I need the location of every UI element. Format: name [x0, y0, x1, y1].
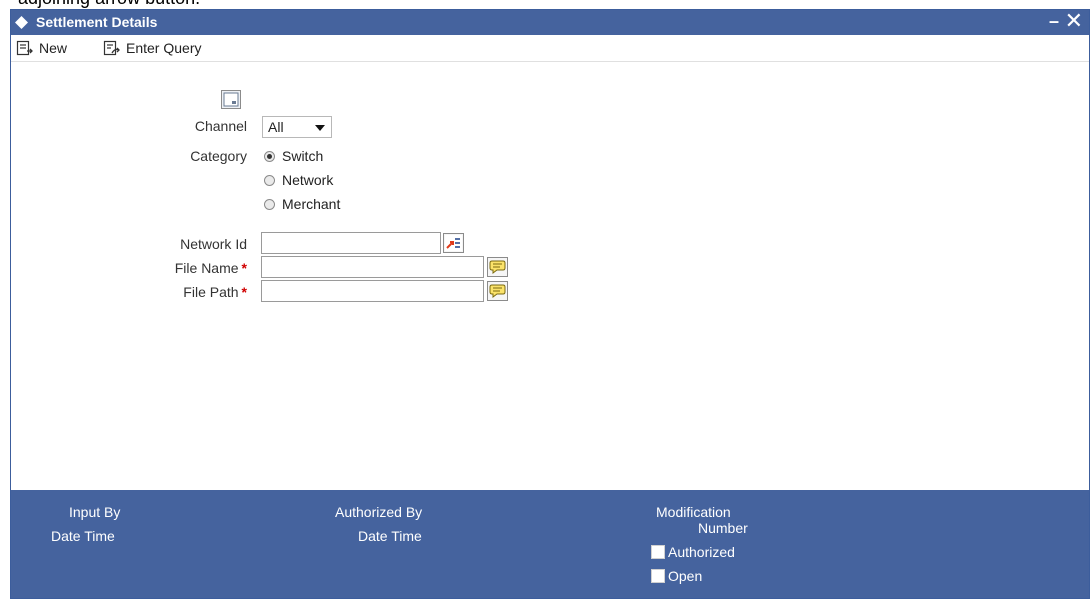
- window-icon: [223, 92, 239, 107]
- authorized-by-label: Authorized By: [335, 504, 423, 520]
- category-radio-network[interactable]: Network: [264, 172, 333, 188]
- required-mark: *: [241, 284, 247, 300]
- file-path-label-text: File Path: [183, 284, 239, 300]
- settlement-details-window: Settlement Details – ✕ New Enter Query C…: [10, 8, 1090, 599]
- authorized-label: Authorized: [668, 544, 735, 560]
- new-record-icon: [16, 40, 33, 56]
- channel-select[interactable]: All: [262, 116, 332, 138]
- caption-strip: adjoining arrow button.: [0, 0, 1090, 8]
- radio-label: Switch: [282, 148, 324, 164]
- checkbox-box: [651, 569, 665, 583]
- date-time-label: Date Time: [51, 528, 115, 544]
- radio-unselected-icon: [264, 174, 275, 186]
- radio-label: Network: [282, 172, 334, 188]
- speech-bubble-icon: [489, 260, 506, 274]
- file-name-input[interactable]: [261, 256, 484, 278]
- window-title: Settlement Details: [36, 14, 158, 30]
- minimize-button[interactable]: –: [1049, 11, 1059, 32]
- file-path-comment-button[interactable]: [487, 281, 508, 301]
- modification-label: Modification: [656, 504, 731, 520]
- new-button[interactable]: New: [16, 38, 67, 58]
- number-label: Number: [698, 520, 748, 536]
- category-radio-switch[interactable]: Switch: [264, 148, 323, 164]
- network-id-label: Network Id: [180, 236, 247, 252]
- channel-label: Channel: [194, 118, 247, 134]
- file-name-label: File Name *: [131, 260, 247, 276]
- category-radio-merchant[interactable]: Merchant: [264, 196, 340, 212]
- diamond-icon: [15, 16, 28, 29]
- category-label: Category: [190, 148, 247, 164]
- caption-text: adjoining arrow button.: [18, 0, 200, 8]
- authorized-checkbox[interactable]: Authorized: [651, 544, 735, 560]
- date-time-label: Date Time: [358, 528, 422, 544]
- list-of-values-icon: [445, 235, 462, 251]
- toolbar: New Enter Query: [11, 35, 1089, 62]
- channel-value: All: [268, 119, 284, 135]
- file-path-input[interactable]: [261, 280, 484, 302]
- new-label: New: [39, 40, 68, 56]
- query-icon: [103, 40, 120, 56]
- audit-footer: Input By Date Time Authorized By Date Ti…: [11, 490, 1089, 598]
- input-by-label: Input By: [69, 504, 121, 520]
- network-id-input[interactable]: [261, 232, 441, 254]
- checkbox-box: [651, 545, 665, 559]
- chevron-down-icon: [315, 125, 325, 131]
- enter-query-button[interactable]: Enter Query: [103, 38, 201, 58]
- network-id-lov-button[interactable]: [443, 233, 464, 253]
- radio-unselected-icon: [264, 198, 275, 210]
- file-name-comment-button[interactable]: [487, 257, 508, 277]
- speech-bubble-icon: [489, 284, 506, 298]
- open-checkbox[interactable]: Open: [651, 568, 702, 584]
- title-bar: Settlement Details – ✕: [11, 8, 1089, 35]
- open-label: Open: [668, 568, 703, 584]
- enter-query-label: Enter Query: [126, 40, 202, 56]
- main-form: Channel All Category Switch Network Merc…: [11, 62, 1089, 480]
- file-path-label: File Path *: [131, 284, 247, 300]
- radio-label: Merchant: [282, 196, 341, 212]
- file-name-label-text: File Name: [174, 260, 239, 276]
- required-mark: *: [241, 260, 247, 276]
- screen-options-button[interactable]: [221, 90, 241, 109]
- radio-selected-icon: [264, 150, 275, 162]
- close-button[interactable]: ✕: [1065, 8, 1083, 34]
